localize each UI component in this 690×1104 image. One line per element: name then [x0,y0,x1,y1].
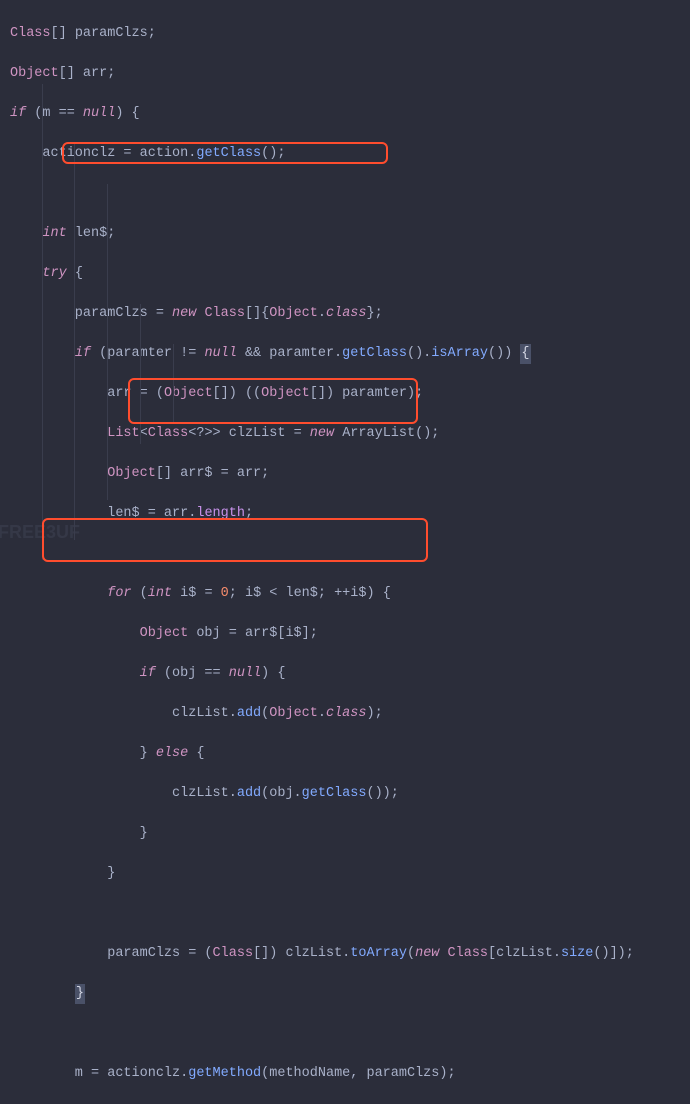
code-line: if (obj == null) { [10,664,690,684]
indent-guide [140,304,141,444]
code-line [10,1024,690,1044]
code-line: paramClzs = new Class[]{Object.class}; [10,304,690,324]
code-line: Object[] arr; [10,64,690,84]
code-line: } [10,984,690,1004]
code-line: for (int i$ = 0; i$ < len$; ++i$) { [10,584,690,604]
code-editor[interactable]: Class[] paramClzs; Object[] arr; if (m =… [10,4,690,1104]
code-line: try { [10,264,690,284]
indent-guide [74,144,75,540]
code-line: Object obj = arr$[i$]; [10,624,690,644]
code-line [10,184,690,204]
code-line: len$ = arr.length; [10,504,690,524]
code-line: int len$; [10,224,690,244]
code-line: if (paramter != null && paramter.getClas… [10,344,690,364]
code-line: List<Class<?>> clzList = new ArrayList()… [10,424,690,444]
code-line: clzList.add(obj.getClass()); [10,784,690,804]
code-line: } [10,864,690,884]
code-line: } [10,824,690,844]
code-line: actionclz = action.getClass(); [10,144,690,164]
cursor-brace: { [520,344,530,364]
code-line: clzList.add(Object.class); [10,704,690,724]
code-line [10,544,690,564]
code-line: m = actionclz.getMethod(methodName, para… [10,1064,690,1084]
matching-brace: } [75,984,85,1004]
code-line: arr = (Object[]) ((Object[]) paramter); [10,384,690,404]
indent-guide [173,344,174,424]
code-line: paramClzs = (Class[]) clzList.toArray(ne… [10,944,690,964]
watermark-text: FREE3UF [0,522,80,542]
code-line: } else { [10,744,690,764]
indent-guide [107,184,108,500]
code-line: if (m == null) { [10,104,690,124]
code-line [10,904,690,924]
code-line: Class[] paramClzs; [10,24,690,44]
indent-guide [42,84,43,560]
code-line: Object[] arr$ = arr; [10,464,690,484]
